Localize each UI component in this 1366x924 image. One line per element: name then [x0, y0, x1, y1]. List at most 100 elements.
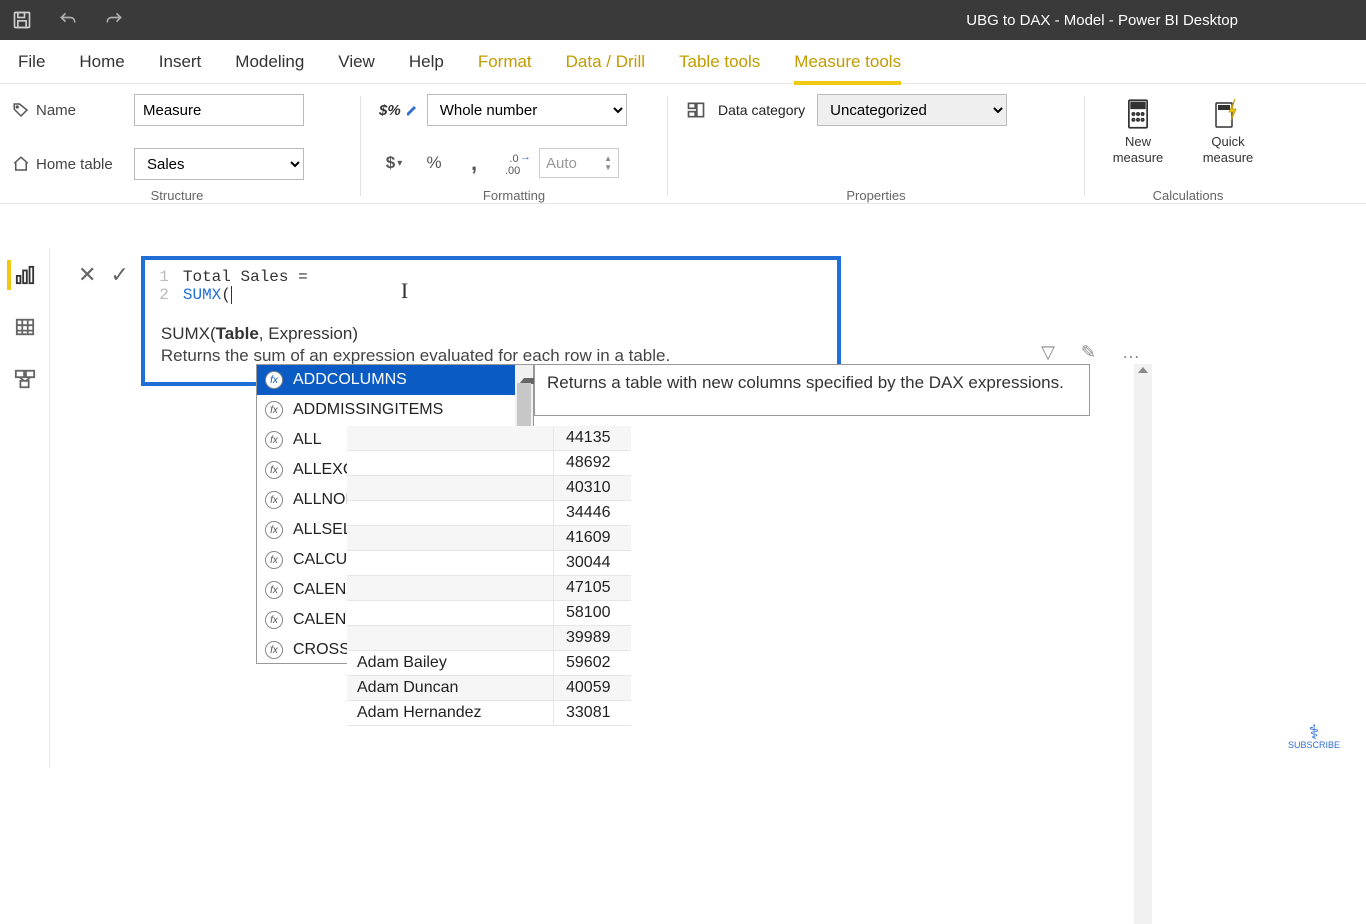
table-row[interactable]: 30044: [347, 551, 631, 576]
text-cursor-icon: I: [401, 278, 408, 304]
ribbon-tab-data-drill[interactable]: Data / Drill: [566, 48, 645, 76]
table-cell-name: [347, 551, 553, 575]
ribbon-tab-home[interactable]: Home: [79, 48, 124, 76]
table-cell-name: [347, 626, 553, 650]
ribbon-group-structure: Name Home table Sales Structure: [12, 94, 342, 203]
home-table-select[interactable]: Sales: [134, 148, 304, 180]
window-title: UBG to DAX - Model - Power BI Desktop: [146, 12, 1358, 29]
line-number: 2: [157, 286, 169, 304]
table-row[interactable]: 58100: [347, 601, 631, 626]
ribbon-tab-modeling[interactable]: Modeling: [235, 48, 304, 76]
group-label-formatting: Formatting: [379, 188, 649, 203]
table-row[interactable]: 34446: [347, 501, 631, 526]
undo-icon[interactable]: [54, 6, 82, 34]
intellisense-item[interactable]: fxADDMISSINGITEMS: [257, 395, 515, 425]
table-cell-name: [347, 526, 553, 550]
data-table: 4413548692403103444641609300444710558100…: [347, 426, 631, 726]
model-view-button[interactable]: [9, 364, 41, 394]
group-label-structure: Structure: [12, 188, 342, 203]
new-measure-button[interactable]: New measure: [1103, 94, 1173, 165]
function-icon: fx: [265, 641, 283, 659]
intellisense-item[interactable]: fx ADDCOLUMNS: [257, 365, 515, 395]
table-row[interactable]: 48692: [347, 451, 631, 476]
table-row[interactable]: Adam Duncan40059: [347, 676, 631, 701]
commit-formula-button[interactable]: ✓: [110, 262, 128, 288]
function-icon: fx: [265, 401, 283, 419]
table-cell-value: 40310: [553, 476, 631, 500]
pencil-icon: [407, 103, 417, 117]
line-number: 1: [157, 268, 169, 286]
function-icon: fx: [265, 431, 283, 449]
table-cell-value: 48692: [553, 451, 631, 475]
ribbon: Name Home table Sales Structure $%: [0, 84, 1366, 204]
table-cell-value: 59602: [553, 651, 631, 675]
view-switcher: [0, 248, 50, 768]
ribbon-tab-view[interactable]: View: [338, 48, 375, 76]
ribbon-group-calculations: New measure Quick measure Calculations: [1103, 94, 1273, 203]
thousands-button[interactable]: ,: [459, 149, 489, 177]
function-icon: fx: [265, 611, 283, 629]
data-category-icon: [686, 100, 706, 120]
ribbon-group-formatting: $% Whole number $▾ % , .0.00→ Auto▲▼ For…: [379, 94, 649, 203]
report-view-button[interactable]: [7, 260, 39, 290]
visual-action-icon[interactable]: …: [1122, 342, 1140, 363]
format-select[interactable]: Whole number: [427, 94, 627, 126]
percent-button[interactable]: %: [419, 149, 449, 177]
ribbon-tab-table-tools[interactable]: Table tools: [679, 48, 760, 76]
tag-icon: [12, 101, 30, 119]
data-category-select[interactable]: Uncategorized: [817, 94, 1007, 126]
signature-tooltip: SUMX(Table, Expression) Returns the sum …: [157, 320, 825, 370]
home-table-label: Home table: [12, 155, 124, 173]
function-icon: fx: [265, 551, 283, 569]
data-view-button[interactable]: [9, 312, 41, 342]
decimals-button[interactable]: .0.00→: [499, 149, 529, 177]
table-row[interactable]: 40310: [347, 476, 631, 501]
decimals-auto-input[interactable]: Auto▲▼: [539, 148, 619, 178]
data-category-label: Data category: [718, 102, 805, 118]
table-cell-name: [347, 451, 553, 475]
calculator-icon: [1124, 94, 1152, 134]
intellisense-item-label: ALL: [293, 431, 321, 449]
ribbon-tab-file[interactable]: File: [18, 48, 45, 76]
table-cell-value: 44135: [553, 426, 631, 450]
table-row[interactable]: 47105: [347, 576, 631, 601]
table-cell-value: 34446: [553, 501, 631, 525]
subscribe-watermark: ⚕ SUBSCRIBE: [1288, 726, 1340, 750]
table-cell-value: 47105: [553, 576, 631, 600]
table-cell-value: 41609: [553, 526, 631, 550]
format-icon: $%: [379, 102, 417, 119]
table-row[interactable]: 44135: [347, 426, 631, 451]
function-icon: fx: [265, 491, 283, 509]
visual-action-icon[interactable]: ✎: [1081, 342, 1096, 363]
visual-action-icon[interactable]: ▽: [1041, 342, 1055, 363]
ribbon-group-properties: Data category Uncategorized Properties: [686, 94, 1066, 203]
table-row[interactable]: Adam Bailey59602: [347, 651, 631, 676]
table-row[interactable]: 39989: [347, 626, 631, 651]
table-row[interactable]: 41609: [347, 526, 631, 551]
group-label-properties: Properties: [686, 188, 1066, 203]
intellisense-item-label: ADDCOLUMNS: [293, 371, 407, 389]
table-cell-value: 33081: [553, 701, 631, 725]
ribbon-tab-insert[interactable]: Insert: [159, 48, 202, 76]
function-icon: fx: [265, 581, 283, 599]
table-cell-value: 39989: [553, 626, 631, 650]
table-cell-value: 58100: [553, 601, 631, 625]
name-label: Name: [12, 101, 124, 119]
quick-measure-button[interactable]: Quick measure: [1193, 94, 1263, 165]
ribbon-tab-help[interactable]: Help: [409, 48, 444, 76]
ribbon-tab-format[interactable]: Format: [478, 48, 532, 76]
group-label-calculations: Calculations: [1103, 188, 1273, 203]
function-icon: fx: [265, 371, 283, 389]
cancel-formula-button[interactable]: ✕: [78, 262, 96, 288]
table-cell-name: [347, 426, 553, 450]
redo-icon[interactable]: [100, 6, 128, 34]
table-cell-name: [347, 476, 553, 500]
titlebar: UBG to DAX - Model - Power BI Desktop: [0, 0, 1366, 40]
ribbon-tab-measure-tools[interactable]: Measure tools: [794, 48, 901, 76]
save-icon[interactable]: [8, 6, 36, 34]
measure-name-input[interactable]: [134, 94, 304, 126]
currency-button[interactable]: $▾: [379, 149, 409, 177]
pane-scrollbar[interactable]: [1134, 364, 1152, 924]
table-row[interactable]: Adam Hernandez33081: [347, 701, 631, 726]
function-icon: fx: [265, 521, 283, 539]
